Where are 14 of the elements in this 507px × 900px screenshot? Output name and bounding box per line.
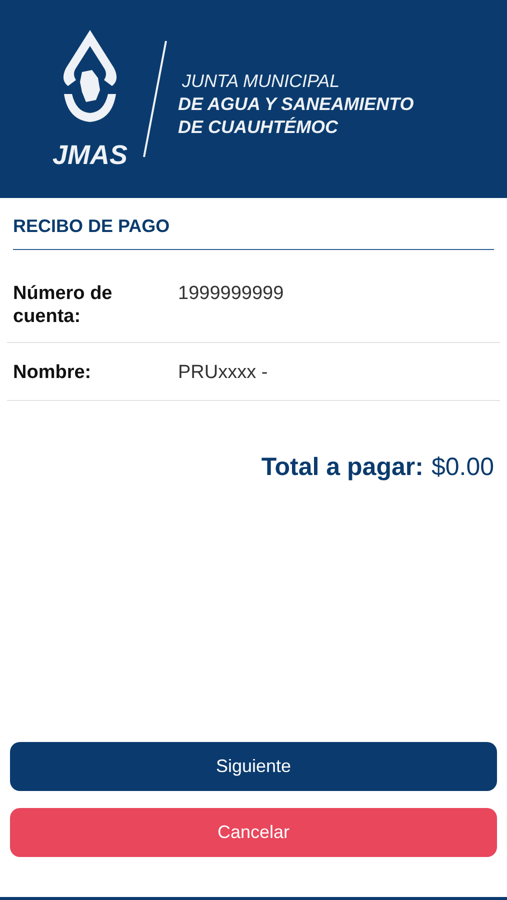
section-title: RECIBO DE PAGO	[13, 216, 494, 250]
organization-name-line: DE CUAUHTÉMOC	[178, 116, 340, 138]
field-label: Nombre:	[13, 361, 92, 384]
organization-name-line: DE AGUA Y SANEAMIENTO	[178, 92, 414, 116]
field-value: 1999999999	[178, 282, 285, 306]
organization-name-line: JUNTA MUNICIPAL	[182, 70, 341, 92]
cancel-button[interactable]: Cancelar	[10, 808, 497, 857]
next-button[interactable]: Siguiente	[10, 742, 497, 791]
total-label: Total a pagar:	[261, 453, 424, 482]
field-value: PRUxxxx -	[178, 361, 269, 384]
divider-slash-icon	[142, 39, 168, 159]
field-label: Número de cuenta:	[13, 282, 114, 328]
logo-text: JMAS	[52, 140, 128, 170]
total-amount: $0.00	[431, 453, 494, 482]
